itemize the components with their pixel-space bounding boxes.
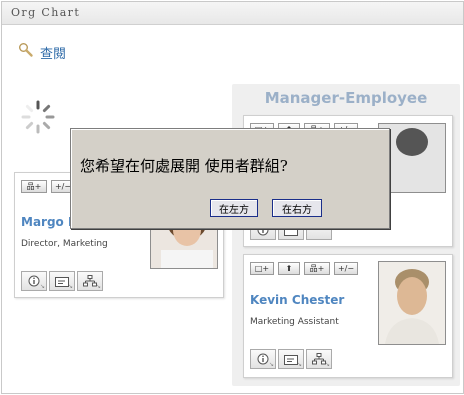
expand-direction-dialog: 您希望在何處展開 使用者群組? 在左方 在右方	[70, 128, 390, 229]
info-icon	[28, 272, 40, 291]
card-toolbar: 品+ +/−	[21, 180, 75, 193]
search-row[interactable]: 查閱	[18, 40, 66, 64]
expand-group-button[interactable]: 品+	[304, 262, 330, 275]
panel-title: Manager-Employee	[264, 89, 428, 107]
vcard-button[interactable]: ↘	[278, 349, 304, 369]
expand-left-button[interactable]: 在左方	[210, 199, 258, 217]
org-chart-window: Org Chart 查閱 品+ +/− Margo M Director, Ma…	[1, 1, 464, 394]
expand-right-button[interactable]: 在右方	[272, 199, 322, 217]
search-link[interactable]: 查閱	[40, 43, 66, 62]
add-remove-button[interactable]: +/−	[334, 262, 358, 275]
org-chart-icon	[83, 272, 97, 291]
org-chart-icon	[312, 350, 326, 369]
employee-card-kevin[interactable]: □+ ⬆ 品+ +/− Kevin Chester Marketing Assi…	[243, 254, 453, 378]
info-icon	[257, 350, 269, 369]
card-actions: ↘ ↘ ↘	[250, 349, 332, 369]
employee-title: Marketing Assistant	[250, 317, 339, 327]
up-button[interactable]: ⬆	[278, 262, 300, 275]
employee-name[interactable]: Kevin Chester	[250, 293, 344, 307]
card-toolbar: □+ ⬆ 品+ +/−	[250, 262, 358, 275]
vcard-icon	[55, 272, 69, 291]
title-bar: Org Chart	[2, 2, 463, 25]
vcard-icon	[284, 350, 298, 369]
dialog-message: 您希望在何處展開 使用者群組?	[80, 157, 288, 175]
employee-photo	[378, 261, 446, 345]
window-title: Org Chart	[11, 6, 81, 19]
expand-group-button[interactable]: 品+	[21, 180, 47, 193]
vcard-button[interactable]: ↘	[49, 271, 75, 291]
org-structure-button[interactable]: ↘	[77, 271, 103, 291]
card-actions: ↘ ↘ ↘	[21, 271, 103, 291]
org-structure-button[interactable]: ↘	[306, 349, 332, 369]
info-button[interactable]: ↘	[21, 271, 47, 291]
info-button[interactable]: ↘	[250, 349, 276, 369]
magnifier-icon[interactable]	[18, 42, 34, 62]
employee-title: Director, Marketing	[21, 239, 108, 249]
loading-spinner-icon	[18, 97, 58, 137]
collapse-button[interactable]: □+	[250, 262, 274, 275]
